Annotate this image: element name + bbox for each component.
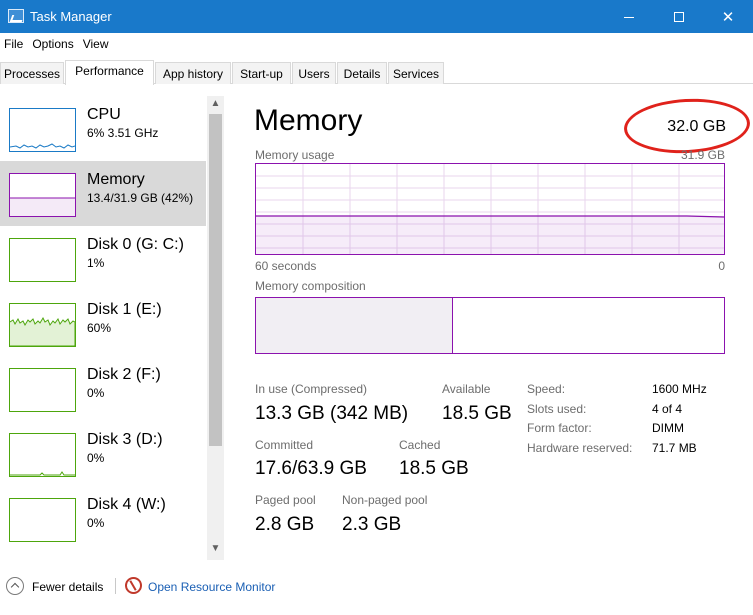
time-axis-left: 60 seconds	[255, 259, 317, 273]
in-use-value: 13.3 GB (342 MB)	[255, 403, 409, 424]
disk-2-thumbnail	[9, 368, 76, 412]
form-factor-label: Form factor:	[527, 421, 592, 435]
menu-options[interactable]: Options	[28, 34, 78, 54]
menu-bar: File Options View	[0, 34, 753, 54]
scroll-down-icon[interactable]: ▼	[207, 543, 224, 559]
cpu-thumbnail	[9, 108, 76, 152]
disk-4-thumbnail	[9, 498, 76, 542]
tab-services[interactable]: Services	[388, 62, 444, 84]
sidebar-item-label: Memory	[87, 171, 145, 188]
committed-value: 17.6/63.9 GB	[255, 458, 367, 479]
disk-0-thumbnail	[9, 238, 76, 282]
memory-thumbnail	[9, 173, 76, 217]
sidebar-item-value: 13.4/31.9 GB (42%)	[87, 191, 194, 205]
tab-performance[interactable]: Performance	[65, 60, 154, 85]
footer-bar: Fewer details Open Resource Monitor	[0, 572, 753, 602]
total-memory: 32.0 GB	[667, 118, 726, 135]
sidebar-item-disk-0[interactable]: Disk 0 (G: C:) 1%	[0, 226, 206, 291]
minimize-icon	[624, 17, 634, 18]
resource-monitor-icon[interactable]	[125, 577, 142, 594]
disk-1-thumbnail	[9, 303, 76, 347]
close-icon: ✕	[721, 8, 735, 26]
sidebar-item-label: Disk 0 (G: C:)	[87, 236, 184, 253]
hardware-reserved-value: 71.7 MB	[652, 441, 697, 455]
sidebar-item-value: 1%	[87, 256, 105, 270]
available-value: 18.5 GB	[442, 403, 512, 424]
cached-value: 18.5 GB	[399, 458, 469, 479]
sidebar-item-value: 6% 3.51 GHz	[87, 126, 159, 140]
menu-view[interactable]: View	[79, 34, 114, 54]
hardware-reserved-label: Hardware reserved:	[527, 441, 633, 455]
in-use-label: In use (Compressed)	[255, 382, 368, 396]
sidebar-item-value: 0%	[87, 451, 105, 465]
sidebar-item-memory[interactable]: Memory 13.4/31.9 GB (42%)	[0, 161, 206, 226]
close-button[interactable]: ✕	[703, 0, 753, 33]
form-factor-value: DIMM	[652, 421, 684, 435]
memory-in-use-segment	[256, 298, 453, 353]
sidebar-item-disk-2[interactable]: Disk 2 (F:) 0%	[0, 356, 206, 421]
open-resource-monitor-link[interactable]: Open Resource Monitor	[148, 580, 275, 594]
cached-label: Cached	[399, 438, 441, 452]
tab-processes[interactable]: Processes	[0, 62, 64, 84]
maximize-icon	[674, 11, 684, 22]
paged-pool-value: 2.8 GB	[255, 514, 315, 535]
slots-used-label: Slots used:	[527, 402, 587, 416]
tab-users[interactable]: Users	[292, 62, 336, 84]
memory-usage-max: 31.9 GB	[680, 148, 725, 162]
scrollbar-thumb[interactable]	[209, 114, 222, 446]
non-paged-pool-label: Non-paged pool	[342, 493, 428, 507]
sidebar-item-disk-1[interactable]: Disk 1 (E:) 60%	[0, 291, 206, 356]
fewer-details-button[interactable]: Fewer details	[32, 580, 103, 594]
paged-pool-label: Paged pool	[255, 493, 316, 507]
available-label: Available	[442, 382, 491, 396]
sidebar-item-cpu[interactable]: CPU 6% 3.51 GHz	[0, 96, 206, 161]
sidebar-item-label: Disk 1 (E:)	[87, 301, 162, 318]
sidebar-item-disk-3[interactable]: Disk 3 (D:) 0%	[0, 421, 206, 486]
title-bar: Task Manager ✕	[0, 0, 753, 33]
speed-value: 1600 MHz	[652, 382, 707, 396]
sidebar-item-label: Disk 2 (F:)	[87, 366, 161, 383]
speed-label: Speed:	[527, 382, 566, 396]
time-axis-right: 0	[718, 259, 725, 273]
tab-details[interactable]: Details	[337, 62, 387, 84]
non-paged-pool-value: 2.3 GB	[342, 514, 402, 535]
task-manager-icon	[8, 9, 24, 23]
slots-used-value: 4 of 4	[652, 402, 683, 416]
page-title: Memory	[254, 104, 363, 137]
memory-usage-graph	[256, 164, 725, 254]
sidebar-item-value: 0%	[87, 386, 105, 400]
chevron-up-icon[interactable]	[6, 577, 24, 595]
window-title: Task Manager	[30, 9, 112, 24]
minimize-button[interactable]	[604, 0, 654, 33]
footer-divider	[115, 578, 116, 594]
memory-composition-label: Memory composition	[255, 279, 366, 293]
memory-usage-chart	[255, 163, 725, 255]
sidebar-item-value: 60%	[87, 321, 112, 335]
resource-list-scrollbar[interactable]: ▲ ▼	[207, 96, 224, 560]
maximize-button[interactable]	[654, 0, 704, 33]
memory-composition-bar	[255, 297, 725, 354]
tab-start-up[interactable]: Start-up	[232, 62, 291, 84]
sidebar-item-label: CPU	[87, 106, 121, 123]
memory-usage-label: Memory usage	[255, 148, 335, 162]
tab-app-history[interactable]: App history	[155, 62, 231, 84]
menu-file[interactable]: File	[0, 34, 28, 54]
sidebar-item-label: Disk 4 (W:)	[87, 496, 166, 513]
sidebar-item-disk-4[interactable]: Disk 4 (W:) 0%	[0, 486, 206, 551]
scroll-up-icon[interactable]: ▲	[207, 98, 224, 114]
resource-list: CPU 6% 3.51 GHz Memory 13.4/31.9 GB (42%…	[0, 96, 208, 560]
committed-label: Committed	[255, 438, 314, 452]
sidebar-item-label: Disk 3 (D:)	[87, 431, 163, 448]
disk-3-thumbnail	[9, 433, 76, 477]
sidebar-item-value: 0%	[87, 516, 105, 530]
tab-strip: Processes Performance App history Start-…	[0, 60, 753, 85]
